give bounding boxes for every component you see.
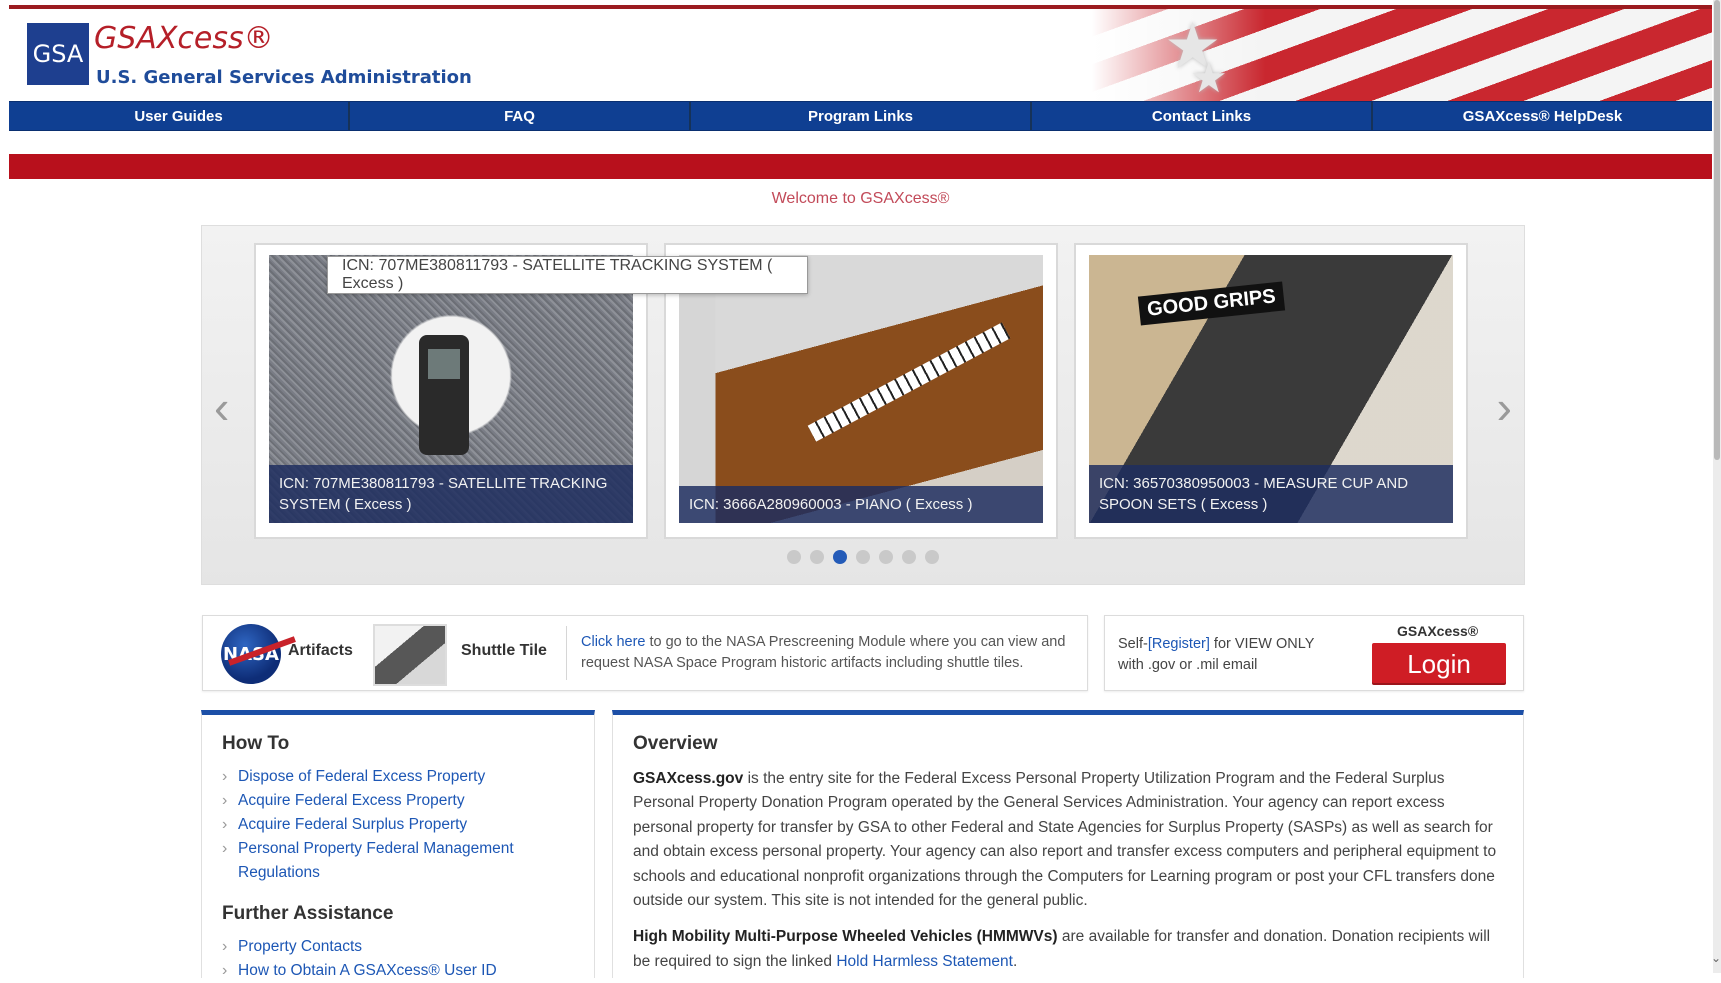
- satellite-image: ICN: 707ME380811793 - SATELLITE TRACKING…: [269, 255, 633, 523]
- shuttle-tile-image[interactable]: [373, 624, 447, 686]
- shuttle-tile-label[interactable]: Shuttle Tile: [461, 642, 547, 660]
- acquire-surplus-link[interactable]: Acquire Federal Surplus Property: [222, 813, 552, 837]
- gps-screen-shape: [428, 349, 460, 379]
- piano-image: ICN: 3666A280960003 - PIANO ( Excess ): [679, 255, 1043, 523]
- overview-p1-text: is the entry site for the Federal Excess…: [633, 770, 1497, 910]
- overview-paragraph-2: High Mobility Multi-Purpose Wheeled Vehi…: [633, 925, 1499, 974]
- measuring-cups-image: GOOD GRIPS ICN: 36570380950003 - MEASURE…: [1089, 255, 1453, 523]
- carousel-slide-measuring-cups[interactable]: GOOD GRIPS ICN: 36570380950003 - MEASURE…: [1074, 243, 1468, 539]
- nasa-logo-icon[interactable]: NASA: [221, 624, 296, 684]
- carousel-dot-6[interactable]: [902, 550, 916, 564]
- welcome-message: Welcome to GSAXcess®: [771, 190, 950, 207]
- artifacts-label[interactable]: Artifacts: [288, 642, 353, 660]
- site-header: GSA GSAXcess® U.S. General Services Admi…: [9, 9, 1712, 101]
- nav-helpdesk[interactable]: GSAXcess® HelpDesk: [1373, 102, 1712, 130]
- nav-user-guides[interactable]: User Guides: [9, 102, 350, 130]
- login-brand: GSAXcess®: [1397, 623, 1479, 639]
- page-scrollbar[interactable]: [1713, 0, 1721, 973]
- login-button[interactable]: Login: [1372, 643, 1506, 685]
- self-prefix: Self-: [1118, 636, 1148, 652]
- fmr-link[interactable]: Personal Property Federal Management Reg…: [222, 837, 552, 885]
- obtain-user-id-link[interactable]: How to Obtain A GSAXcess® User ID: [222, 959, 552, 983]
- carousel-dot-2[interactable]: [810, 550, 824, 564]
- nasa-panel-divider: [566, 626, 567, 680]
- dispose-excess-link[interactable]: Dispose of Federal Excess Property: [222, 765, 552, 789]
- hold-harmless-link[interactable]: Hold Harmless Statement: [836, 953, 1013, 970]
- gsa-logo[interactable]: GSA: [27, 23, 89, 85]
- acquire-excess-link[interactable]: Acquire Federal Excess Property: [222, 789, 552, 813]
- carousel-dot-4[interactable]: [856, 550, 870, 564]
- good-grips-label: GOOD GRIPS: [1137, 281, 1286, 326]
- carousel-tooltip: ICN: 707ME380811793 - SATELLITE TRACKING…: [327, 256, 808, 294]
- red-band: [9, 154, 1712, 179]
- register-link[interactable]: [Register]: [1148, 636, 1210, 652]
- scroll-down-icon[interactable]: ⌄: [1711, 951, 1721, 965]
- how-to-panel: How To Dispose of Federal Excess Propert…: [201, 710, 595, 983]
- overview-title: Overview: [633, 733, 718, 754]
- carousel-dot-5[interactable]: [879, 550, 893, 564]
- carousel-pagination: [202, 550, 1524, 564]
- carousel-dot-1[interactable]: [787, 550, 801, 564]
- self-register-text: Self-[Register] for VIEW ONLY with .gov …: [1118, 634, 1338, 676]
- american-flag-banner: ★ ★: [1092, 9, 1712, 101]
- nasa-description-text: to go to the NASA Prescreening Module wh…: [581, 634, 1066, 671]
- property-contacts-link[interactable]: Property Contacts: [222, 935, 552, 959]
- piano-keys-shape: [807, 322, 1011, 442]
- brand-subtitle: U.S. General Services Administration: [96, 67, 472, 88]
- overview-panel: Overview GSAXcess.gov is the entry site …: [612, 710, 1524, 978]
- carousel-next-button[interactable]: ›: [1497, 384, 1512, 430]
- carousel-dot-7[interactable]: [925, 550, 939, 564]
- nasa-artifacts-panel: NASA Artifacts Shuttle Tile Click here t…: [202, 615, 1088, 691]
- overview-paragraph-1: GSAXcess.gov is the entry site for the F…: [633, 767, 1499, 913]
- nav-program-links[interactable]: Program Links: [691, 102, 1032, 130]
- login-panel: Self-[Register] for VIEW ONLY with .gov …: [1104, 615, 1524, 691]
- nasa-click-here-link[interactable]: Click here: [581, 634, 645, 650]
- nav-faq[interactable]: FAQ: [350, 102, 691, 130]
- nav-contact-links[interactable]: Contact Links: [1032, 102, 1373, 130]
- slide-caption: ICN: 36570380950003 - MEASURE CUP AND SP…: [1089, 465, 1453, 523]
- main-nav: User Guides FAQ Program Links Contact Li…: [9, 101, 1712, 131]
- nasa-description: Click here to go to the NASA Prescreenin…: [581, 632, 1081, 674]
- overview-site-name: GSAXcess.gov: [633, 770, 744, 787]
- overview-p2-end: .: [1012, 952, 1018, 970]
- brand-title[interactable]: GSAXcess®: [94, 21, 274, 56]
- how-to-title: How To: [222, 733, 290, 754]
- scrollbar-thumb[interactable]: [1714, 0, 1720, 460]
- gps-device-shape: [419, 335, 469, 455]
- further-assistance-title: Further Assistance: [222, 903, 394, 924]
- further-assistance-list: Property Contacts How to Obtain A GSAXce…: [222, 935, 552, 983]
- carousel-prev-button[interactable]: ‹: [214, 384, 229, 430]
- slide-caption: ICN: 707ME380811793 - SATELLITE TRACKING…: [269, 465, 633, 523]
- slide-caption: ICN: 3666A280960003 - PIANO ( Excess ): [679, 486, 1043, 523]
- how-to-list: Dispose of Federal Excess Property Acqui…: [222, 765, 552, 885]
- carousel-dot-3[interactable]: [833, 550, 847, 564]
- star-icon: ★: [1190, 54, 1228, 101]
- hmmwv-heading: High Mobility Multi-Purpose Wheeled Vehi…: [633, 928, 1058, 946]
